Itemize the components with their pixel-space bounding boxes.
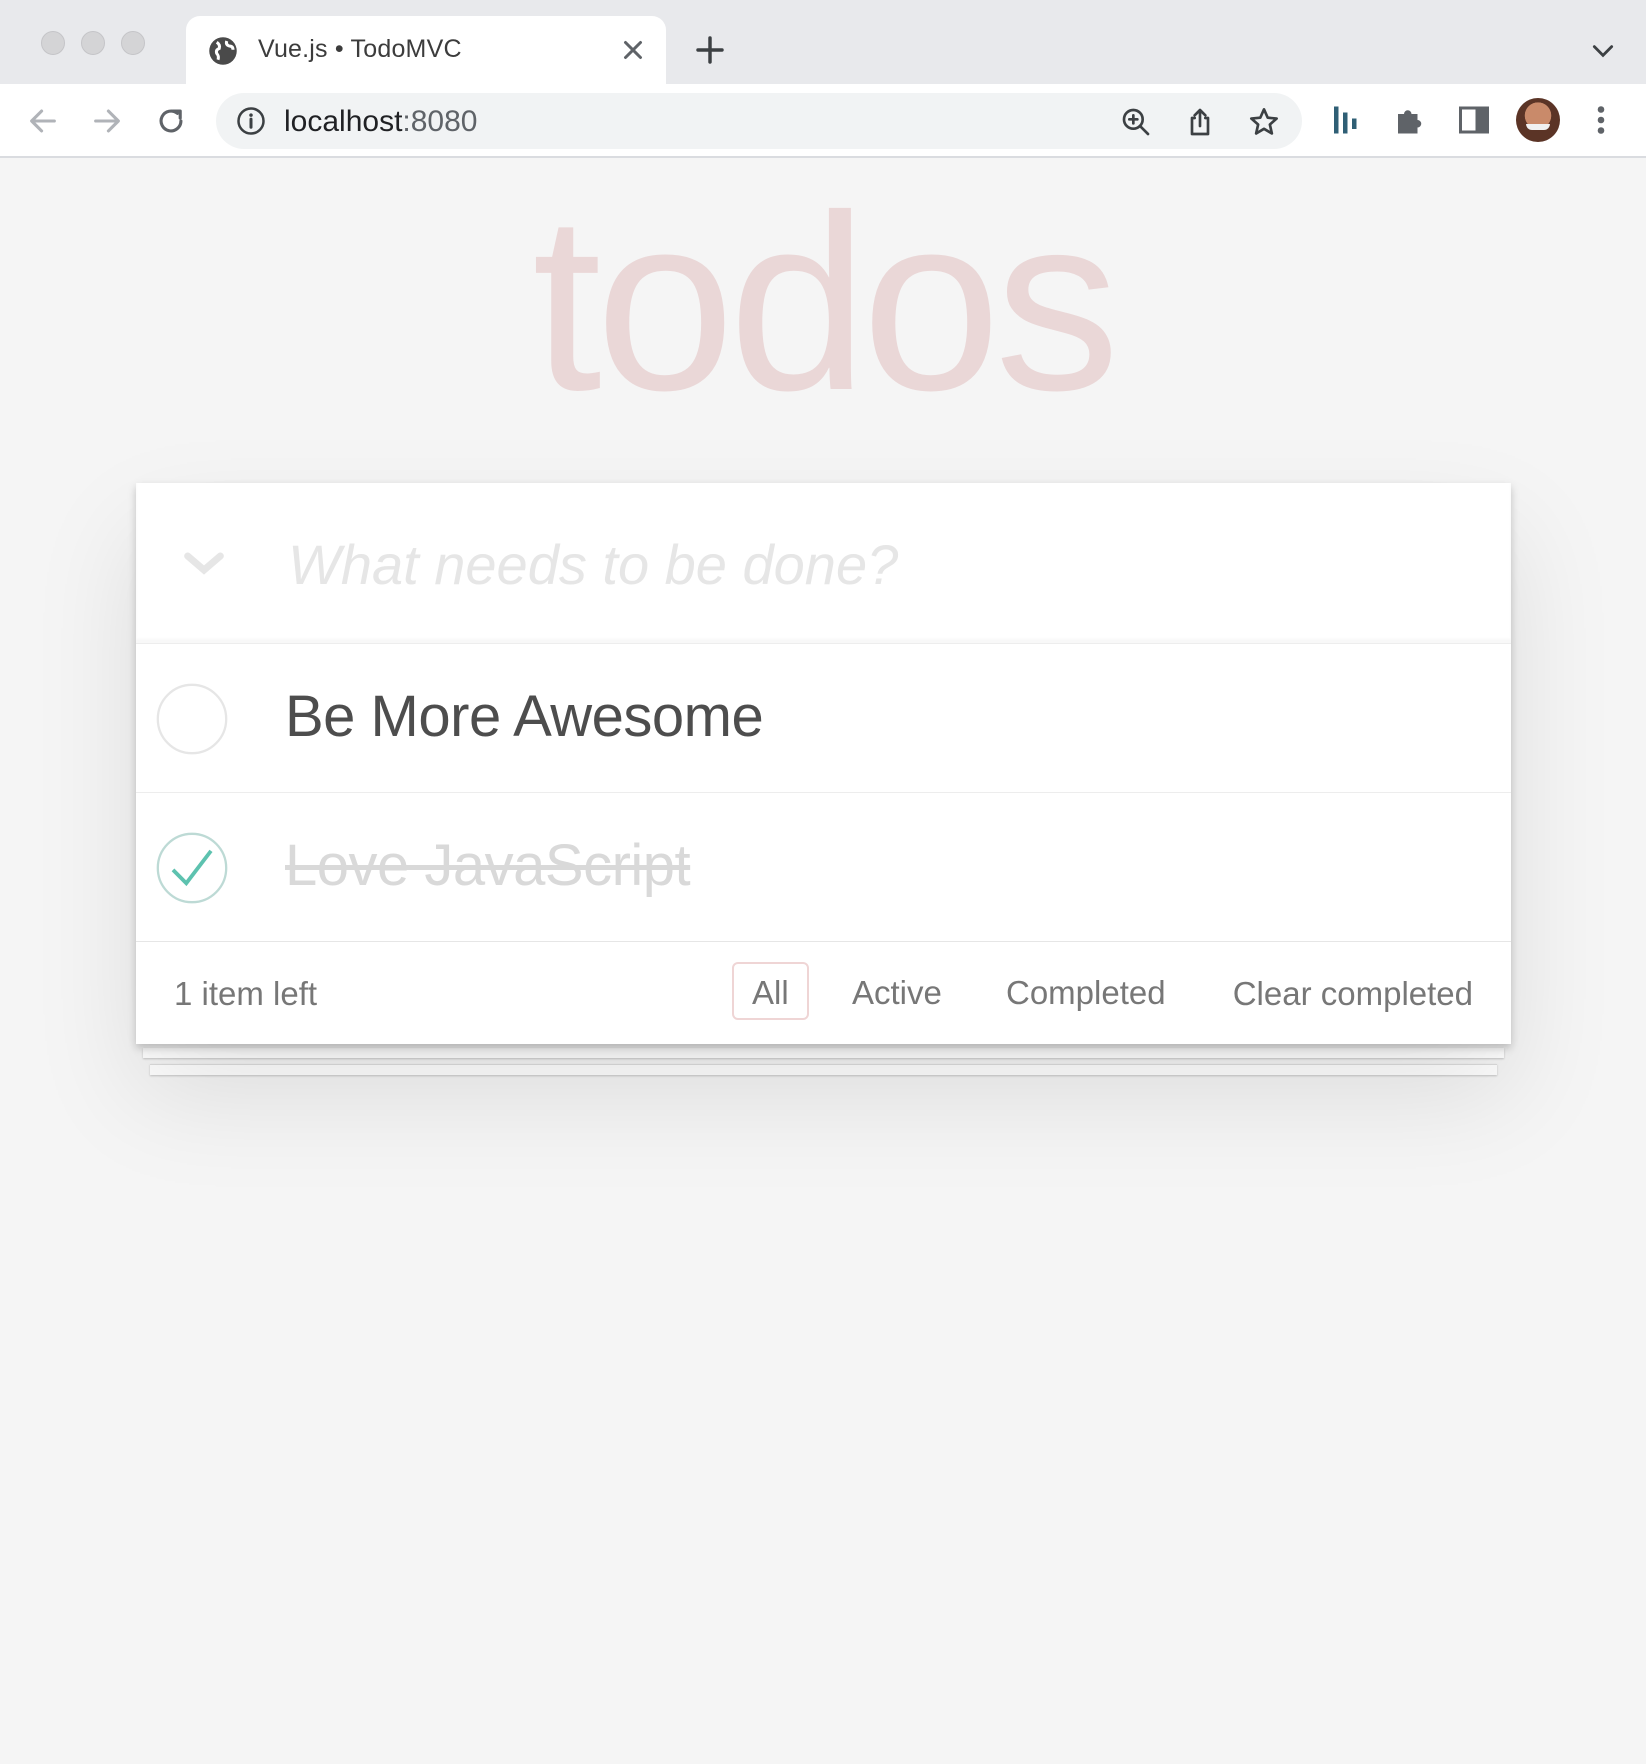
- star-icon[interactable]: [1248, 106, 1280, 138]
- todo-list: Be More Awesome Love JavaScript: [136, 643, 1511, 941]
- todo-app: Be More Awesome Love JavaScript 1 item l…: [136, 483, 1511, 1044]
- close-window-button[interactable]: [41, 31, 65, 55]
- todo-footer: 1 item left All Active Completed Clear c…: [136, 941, 1511, 1044]
- url-text[interactable]: localhost:8080: [284, 105, 477, 139]
- filter-completed[interactable]: Completed: [986, 962, 1186, 1020]
- browser-tab-bar: Vue.js • TodoMVC: [0, 0, 1646, 84]
- plus-icon[interactable]: [694, 34, 726, 66]
- address-bar[interactable]: localhost:8080: [216, 93, 1302, 149]
- clear-completed-button[interactable]: Clear completed: [1233, 975, 1473, 1013]
- reload-icon[interactable]: [154, 104, 188, 138]
- info-icon[interactable]: [236, 106, 266, 136]
- app-title: todos: [532, 163, 1120, 442]
- chevron-down-icon[interactable]: [1590, 38, 1616, 64]
- todo-label: Be More Awesome: [285, 684, 764, 749]
- minimize-window-button[interactable]: [81, 31, 105, 55]
- extension-icon[interactable]: [1328, 102, 1364, 138]
- share-icon[interactable]: [1184, 106, 1216, 138]
- new-todo-input[interactable]: [286, 523, 1470, 605]
- url-port: :8080: [402, 105, 478, 138]
- todo-label: Love JavaScript: [285, 833, 691, 898]
- filter-active[interactable]: Active: [832, 962, 962, 1020]
- todo-checkbox-checked[interactable]: [154, 830, 230, 906]
- close-icon[interactable]: [618, 35, 648, 65]
- paper-stack-shadow: [143, 1048, 1504, 1058]
- forward-icon[interactable]: [90, 104, 124, 138]
- avatar[interactable]: [1516, 98, 1560, 142]
- toggle-all-chevron-icon[interactable]: [176, 535, 232, 591]
- new-todo-row: [136, 483, 1511, 643]
- more-icon[interactable]: [1588, 102, 1614, 138]
- paper-stack-shadow: [150, 1064, 1497, 1075]
- url-host: localhost: [284, 105, 403, 138]
- sidepanel-icon[interactable]: [1456, 102, 1492, 138]
- todo-item[interactable]: Love JavaScript: [136, 792, 1511, 941]
- zoom-icon[interactable]: [1120, 106, 1152, 138]
- browser-tab[interactable]: Vue.js • TodoMVC: [186, 16, 666, 84]
- todo-checkbox-unchecked[interactable]: [154, 681, 230, 757]
- items-left-count: 1 item left: [174, 975, 318, 1012]
- zoom-window-button[interactable]: [121, 31, 145, 55]
- filter-all[interactable]: All: [732, 962, 809, 1020]
- back-icon[interactable]: [26, 104, 60, 138]
- browser-toolbar: localhost:8080: [0, 84, 1646, 158]
- todo-item[interactable]: Be More Awesome: [136, 643, 1511, 792]
- tab-title: Vue.js • TodoMVC: [258, 35, 462, 63]
- puzzle-icon[interactable]: [1392, 102, 1428, 138]
- globe-icon: [209, 37, 237, 65]
